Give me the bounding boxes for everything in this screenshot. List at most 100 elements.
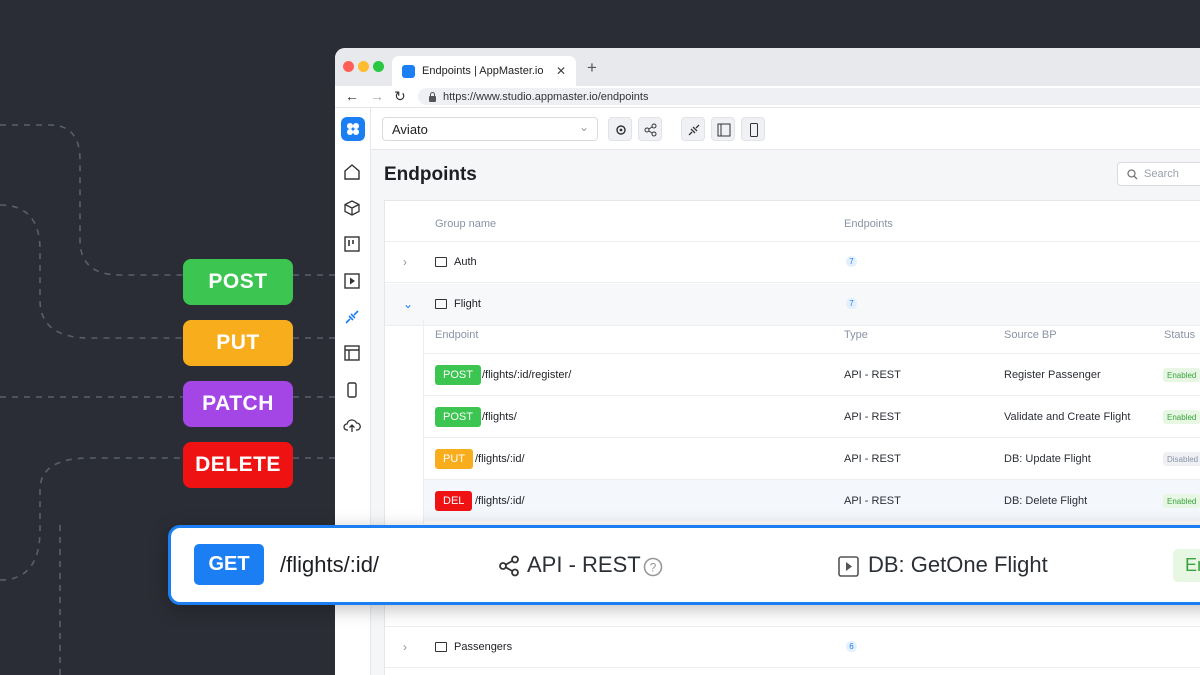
flight-endpoints-subtable: Endpoint Type Source BP Status POST /fli…	[423, 319, 1200, 524]
type-header: Type	[844, 329, 868, 341]
source-bp: Register Passenger	[1004, 369, 1101, 381]
project-name: Aviato	[392, 121, 428, 137]
url-field[interactable]: https://www.studio.appmaster.io/endpoint…	[418, 88, 1200, 105]
new-tab-icon[interactable]: +	[587, 58, 597, 78]
method-badge: PUT	[435, 449, 473, 469]
mobile-icon	[750, 123, 758, 137]
group-name: Passengers	[454, 641, 513, 653]
endpoint-type: API - REST	[844, 411, 901, 423]
method-badge: POST	[435, 407, 481, 427]
forward-arrow-icon[interactable]: →	[370, 88, 384, 104]
endpoint-path: /flights/:id/register/	[482, 369, 572, 381]
appmaster-logo-icon[interactable]	[341, 117, 365, 141]
endpoint-row[interactable]: DEL /flights/:id/ API - REST DB: Delete …	[424, 479, 1200, 521]
cloud-upload-icon[interactable]	[343, 417, 361, 435]
delete-method-pill: DELETE	[183, 442, 293, 488]
endpoint-type: API - REST	[844, 453, 901, 465]
highlighted-endpoint-card[interactable]: GET /flights/:id/ API - REST ? DB: GetOn…	[168, 525, 1200, 605]
endpoint-path: /flights/:id/	[475, 453, 525, 465]
put-method-pill: PUT	[183, 320, 293, 366]
home-icon[interactable]	[343, 163, 361, 181]
play-icon[interactable]	[343, 272, 361, 290]
search-placeholder: Search	[1144, 168, 1179, 180]
tab-bar: Endpoints | AppMaster.io ✕ +	[335, 48, 1200, 86]
mobile-toolbar-button[interactable]	[741, 117, 765, 141]
share-icon	[499, 555, 519, 577]
group-count: 7	[846, 298, 857, 309]
minimize-window-dot[interactable]	[358, 61, 369, 72]
address-bar: ← → ↻ https://www.studio.appmaster.io/en…	[335, 86, 1200, 108]
folder-icon	[435, 642, 447, 652]
top-toolbar: Aviato ⌄	[371, 108, 1200, 150]
endpoint-type: API - REST	[844, 369, 901, 381]
source-bp: DB: Update Flight	[1004, 453, 1091, 465]
close-window-dot[interactable]	[343, 61, 354, 72]
settings-gear-button[interactable]	[608, 117, 632, 141]
plug-icon	[688, 124, 700, 136]
endpoint-row[interactable]: PUT /flights/:id/ API - REST DB: Update …	[424, 437, 1200, 479]
highlight-endpoint-path: /flights/:id/	[280, 552, 380, 577]
share-button[interactable]	[638, 117, 662, 141]
method-badge: POST	[435, 365, 481, 385]
status-header: Status	[1164, 329, 1196, 341]
svg-text:?: ?	[650, 561, 657, 575]
group-name: Flight	[454, 298, 481, 310]
search-icon	[1127, 169, 1138, 180]
board-icon[interactable]	[343, 235, 361, 253]
lock-icon	[429, 92, 436, 102]
highlight-status-badge: En	[1173, 549, 1200, 582]
group-count: 6	[846, 641, 857, 652]
method-badge: DEL	[435, 491, 473, 511]
share-icon	[644, 123, 657, 137]
chevron-right-icon[interactable]: ›	[403, 640, 407, 654]
page-title: Endpoints	[384, 164, 477, 185]
appmaster-favicon-icon	[402, 64, 415, 78]
source-bp: Validate and Create Flight	[1004, 411, 1131, 423]
project-select[interactable]: Aviato ⌄	[382, 117, 598, 141]
browser-tab[interactable]: Endpoints | AppMaster.io ✕	[392, 56, 576, 86]
source-bp: DB: Delete Flight	[1004, 495, 1088, 507]
endpoint-row[interactable]: POST /flights/ API - REST Validate and C…	[424, 395, 1200, 437]
help-circle-icon[interactable]: ?	[643, 557, 663, 577]
group-row-auth[interactable]: › Auth 7	[385, 241, 1200, 283]
chevron-down-icon[interactable]: ⌄	[403, 297, 413, 311]
tab-title: Endpoints | AppMaster.io	[422, 65, 544, 77]
endpoint-type: API - REST	[844, 495, 901, 507]
chevron-down-icon: ⌄	[578, 120, 589, 134]
play-icon	[838, 556, 859, 577]
group-row-passengers[interactable]: › Passengers 6	[385, 626, 1200, 668]
get-method-badge: GET	[194, 544, 264, 585]
source-bp-header: Source BP	[1004, 329, 1057, 341]
status-badge: Disabled	[1163, 452, 1200, 466]
status-badge: Enabled	[1163, 368, 1200, 382]
group-name-header: Group name	[435, 218, 497, 230]
endpoints-toolbar-button[interactable]	[681, 117, 705, 141]
folder-icon	[435, 257, 447, 267]
open-folder-icon	[435, 299, 447, 309]
endpoint-path: /flights/	[482, 411, 517, 423]
endpoints-count-header: Endpoints	[844, 218, 893, 230]
layout-toolbar-button[interactable]	[711, 117, 735, 141]
cube-icon[interactable]	[343, 199, 361, 217]
status-badge: Enabled	[1163, 494, 1200, 508]
endpoints-plug-icon[interactable]	[343, 308, 361, 326]
endpoint-header: Endpoint	[435, 329, 479, 341]
back-arrow-icon[interactable]: ←	[345, 88, 359, 104]
highlight-endpoint-type: API - REST	[527, 552, 641, 577]
reload-icon[interactable]: ↻	[394, 88, 406, 105]
url-text: https://www.studio.appmaster.io/endpoint…	[443, 90, 649, 103]
endpoint-row[interactable]: POST /flights/:id/register/ API - REST R…	[424, 353, 1200, 395]
chevron-right-icon[interactable]: ›	[403, 255, 407, 269]
search-input[interactable]: Search	[1117, 162, 1200, 186]
group-count: 7	[846, 256, 857, 267]
layout-icon	[717, 123, 731, 137]
layout-icon[interactable]	[343, 344, 361, 362]
status-badge: Enabled	[1163, 410, 1200, 424]
endpoint-path: /flights/:id/	[475, 495, 525, 507]
group-name: Auth	[454, 256, 477, 268]
tab-close-icon[interactable]: ✕	[556, 64, 566, 78]
gear-icon	[616, 125, 626, 135]
maximize-window-dot[interactable]	[373, 61, 384, 72]
mobile-icon[interactable]	[343, 381, 361, 399]
highlight-source-bp: DB: GetOne Flight	[868, 552, 1048, 577]
